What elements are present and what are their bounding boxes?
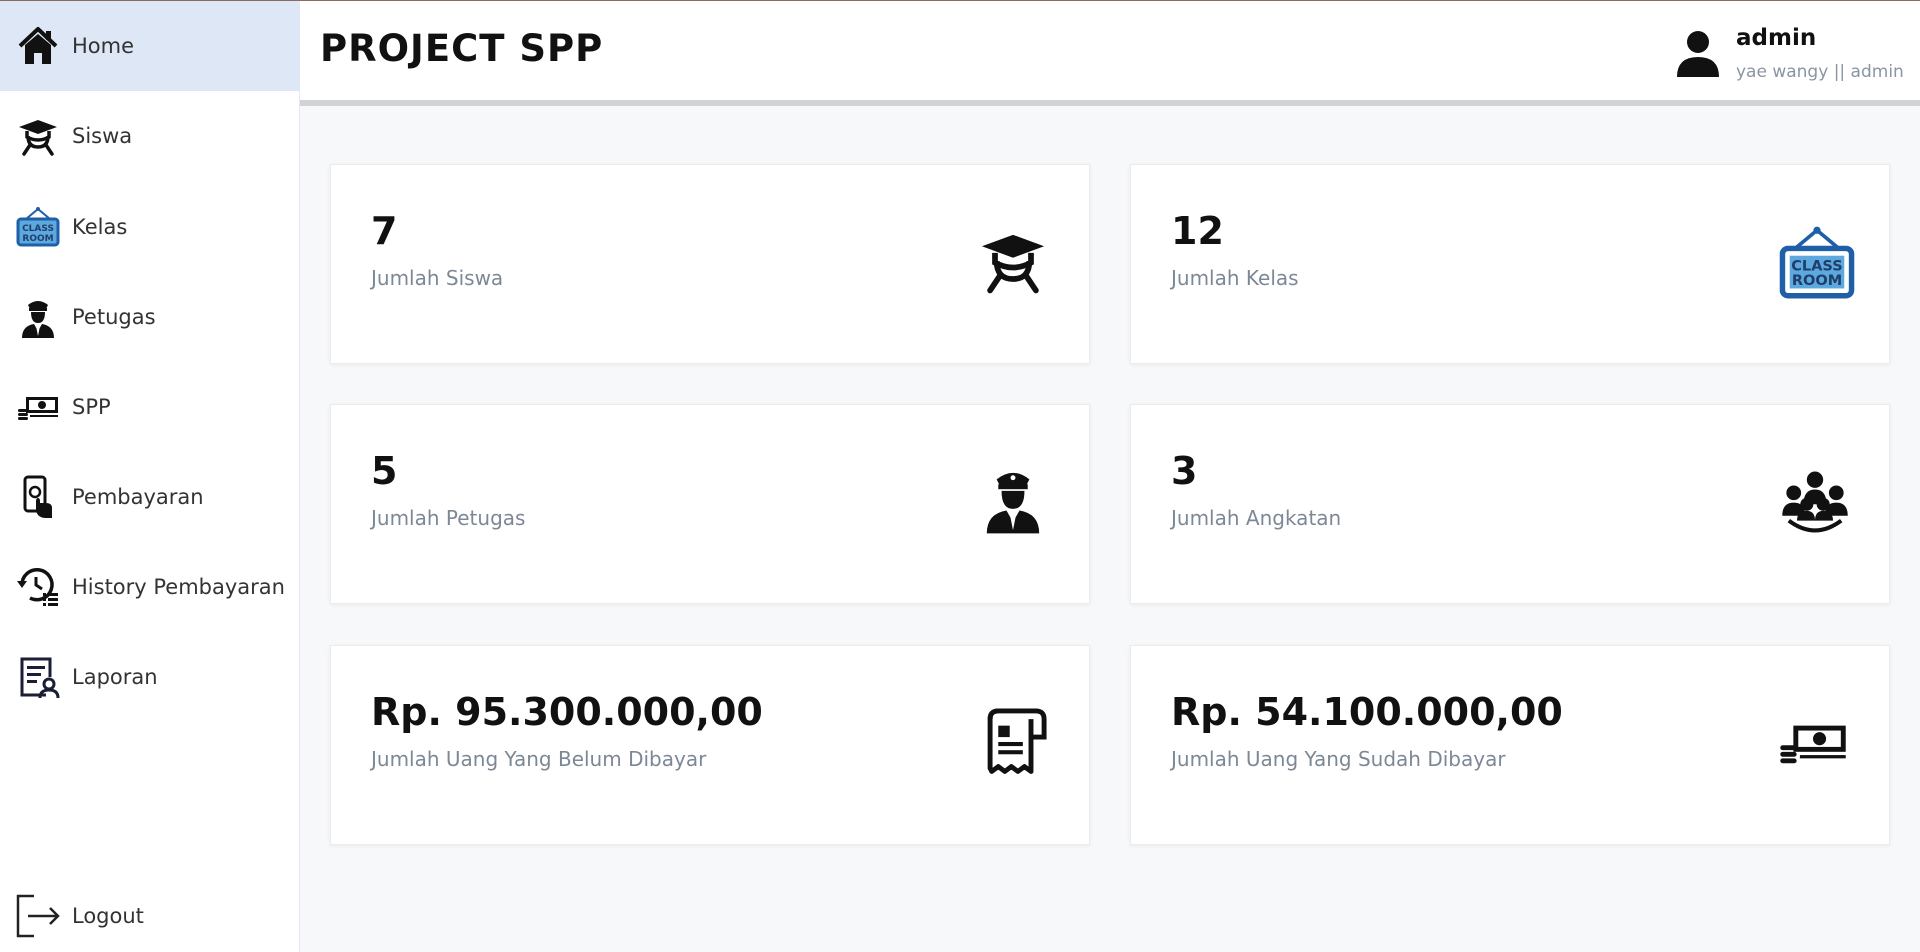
stat-value: 5 [371, 449, 398, 493]
payment-icon [16, 475, 60, 519]
student-icon [977, 225, 1049, 297]
classroom-icon: CLASS ROOM [1777, 223, 1855, 299]
svg-text:ROOM: ROOM [22, 234, 53, 244]
receipt-icon [977, 706, 1049, 778]
stat-card-angkatan: 3 Jumlah Angkatan [1130, 404, 1890, 604]
sidebar-item-label: Siswa [72, 124, 133, 148]
sidebar-item-kelas[interactable]: CLASS ROOM Kelas [0, 182, 300, 272]
logout-icon [16, 894, 60, 938]
money-icon [1777, 706, 1849, 778]
student-icon [16, 114, 60, 158]
stat-label: Jumlah Siswa [371, 266, 504, 290]
sidebar-item-spp[interactable]: SPP [0, 362, 300, 452]
stat-label: Jumlah Petugas [371, 506, 526, 530]
stat-value: Rp. 54.100.000,00 [1171, 690, 1563, 734]
report-icon [16, 655, 60, 699]
stat-value: Rp. 95.300.000,00 [371, 690, 763, 734]
stat-card-siswa: 7 Jumlah Siswa [330, 164, 1090, 364]
sidebar-item-label: SPP [72, 395, 111, 419]
svg-text:ROOM: ROOM [1792, 273, 1842, 289]
sidebar-item-history-pembayaran[interactable]: History Pembayaran [0, 542, 300, 632]
sidebar-item-label: History Pembayaran [72, 575, 285, 599]
money-icon [16, 385, 60, 429]
logout-label: Logout [72, 904, 144, 928]
stat-card-sudah-dibayar: Rp. 54.100.000,00 Jumlah Uang Yang Sudah… [1130, 645, 1890, 845]
group-icon [1777, 465, 1849, 537]
stat-card-petugas: 5 Jumlah Petugas [330, 404, 1090, 604]
sidebar: Home Siswa CLASS ROOM Kelas Petugas SPP … [0, 1, 300, 952]
sidebar-item-label: Home [72, 34, 135, 58]
top-header: PROJECT SPP admin yae wangy || admin [300, 1, 1920, 106]
stat-value: 12 [1171, 209, 1224, 253]
stat-label: Jumlah Kelas [1171, 266, 1299, 290]
stat-label: Jumlah Uang Yang Belum Dibayar [371, 747, 707, 771]
history-icon [16, 565, 60, 609]
home-icon [16, 24, 60, 68]
stat-label: Jumlah Angkatan [1171, 506, 1342, 530]
logout-button[interactable]: Logout [0, 871, 300, 952]
user-name: admin [1736, 25, 1817, 51]
sidebar-item-laporan[interactable]: Laporan [0, 632, 300, 722]
stat-value: 3 [1171, 449, 1198, 493]
sidebar-item-label: Petugas [72, 305, 156, 329]
stat-card-belum-dibayar: Rp. 95.300.000,00 Jumlah Uang Yang Belum… [330, 645, 1090, 845]
stat-label: Jumlah Uang Yang Sudah Dibayar [1171, 747, 1506, 771]
classroom-icon: CLASS ROOM [16, 205, 60, 249]
stat-card-kelas: 12 Jumlah Kelas CLASS ROOM [1130, 164, 1890, 364]
user-subtitle: yae wangy || admin [1736, 62, 1904, 82]
sidebar-item-label: Kelas [72, 215, 128, 239]
page-title: PROJECT SPP [320, 27, 604, 70]
user-avatar-icon[interactable] [1675, 29, 1721, 79]
sidebar-item-label: Pembayaran [72, 485, 204, 509]
officer-icon [977, 459, 1049, 534]
stat-value: 7 [371, 209, 398, 253]
sidebar-item-label: Laporan [72, 665, 158, 689]
officer-icon [16, 295, 60, 339]
sidebar-item-petugas[interactable]: Petugas [0, 272, 300, 362]
sidebar-item-siswa[interactable]: Siswa [0, 91, 300, 181]
svg-text:CLASS: CLASS [22, 224, 54, 234]
sidebar-item-home[interactable]: Home [0, 1, 300, 91]
sidebar-item-pembayaran[interactable]: Pembayaran [0, 452, 300, 542]
